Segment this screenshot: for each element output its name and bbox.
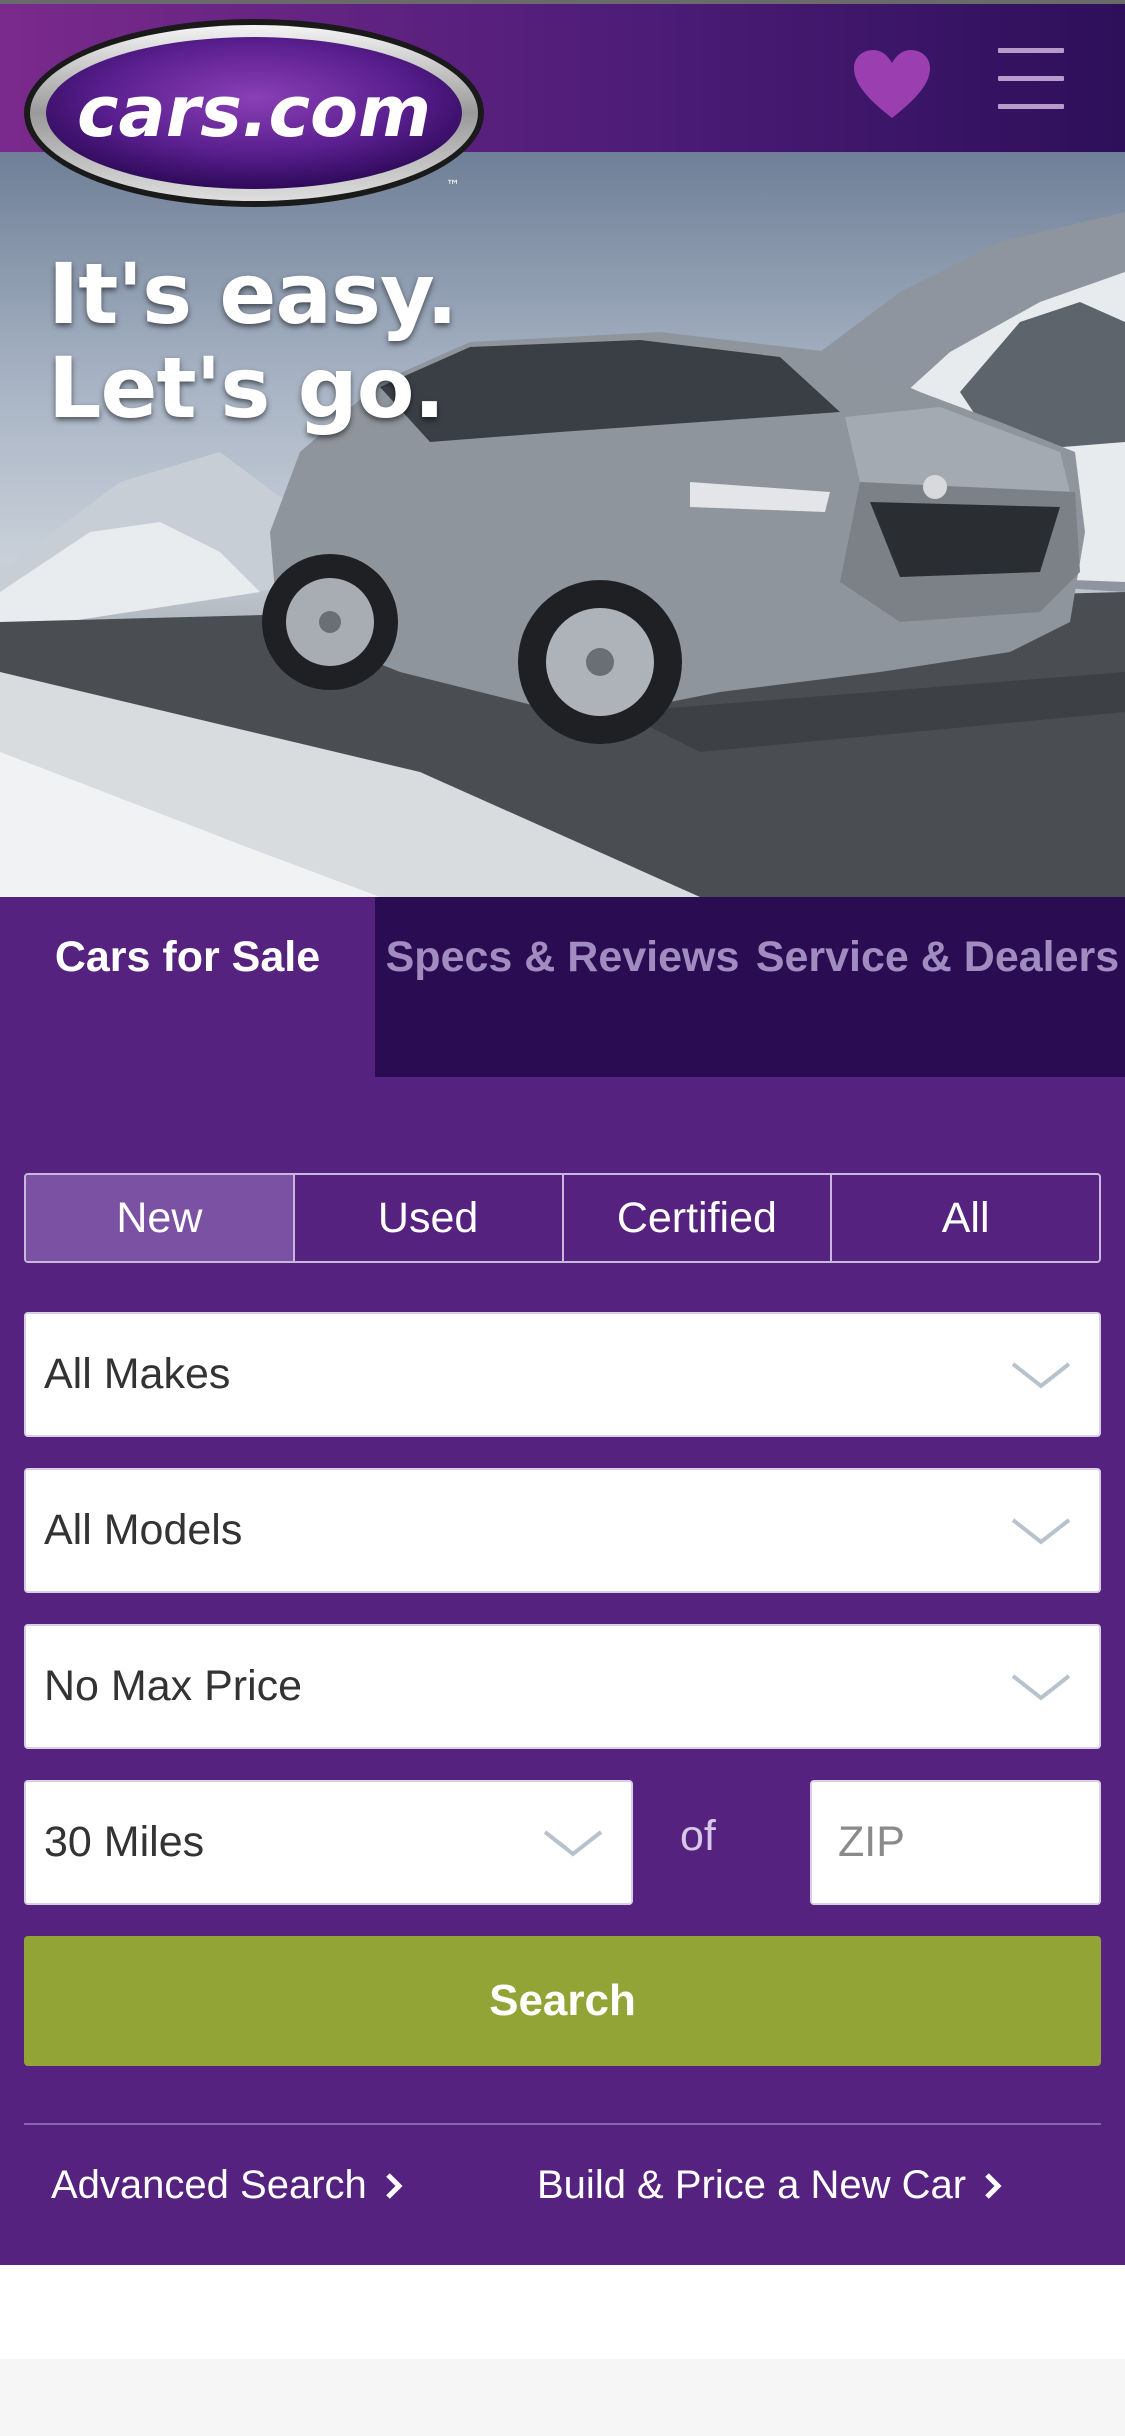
hero-banner: It's easy. Let's go. <box>0 152 1125 897</box>
chevron-down-icon <box>1011 1518 1071 1545</box>
hamburger-menu-icon[interactable] <box>998 48 1064 110</box>
tab-cars-for-sale[interactable]: Cars for Sale <box>0 897 375 1077</box>
build-price-label: Build & Price a New Car <box>537 2163 967 2207</box>
chevron-right-icon <box>385 2172 403 2199</box>
make-select[interactable]: All Makes <box>24 1312 1101 1437</box>
max-price-select-value: No Max Price <box>44 1662 303 1710</box>
chevron-right-icon <box>985 2172 1002 2199</box>
chevron-down-icon <box>543 1830 603 1857</box>
max-price-select[interactable]: No Max Price <box>24 1624 1101 1749</box>
condition-toggle: New Used Certified All <box>24 1173 1101 1263</box>
main-tabs: Cars for Sale Specs & Reviews Service & … <box>0 897 1125 1077</box>
hero-line-1: It's easy. <box>48 245 458 343</box>
chevron-down-icon <box>1011 1674 1071 1701</box>
of-label: of <box>680 1812 716 1860</box>
condition-used-button[interactable]: Used <box>295 1175 564 1261</box>
tab-service-dealers[interactable]: Service & Dealers <box>750 897 1125 1077</box>
chevron-down-icon <box>1011 1362 1071 1389</box>
distance-select[interactable]: 30 Miles <box>24 1780 633 1905</box>
cars-com-logo[interactable]: cars.com ™ <box>22 18 486 210</box>
condition-all-button[interactable]: All <box>832 1175 1099 1261</box>
tab-specs-reviews[interactable]: Specs & Reviews <box>375 897 750 1077</box>
divider <box>24 2123 1101 2125</box>
logo-text: cars.com <box>77 71 431 153</box>
search-button[interactable]: Search <box>24 1936 1101 2066</box>
condition-certified-button[interactable]: Certified <box>564 1175 833 1261</box>
page: cars.com ™ It's easy. Let's go. Cars for… <box>0 0 1125 2436</box>
content-spacer <box>0 2265 1125 2359</box>
make-select-value: All Makes <box>44 1350 231 1398</box>
build-price-link[interactable]: Build & Price a New Car <box>537 2163 1004 2208</box>
distance-select-value: 30 Miles <box>44 1818 205 1866</box>
hero-line-2: Let's go. <box>48 339 445 437</box>
heart-icon[interactable] <box>852 48 932 120</box>
model-select[interactable]: All Models <box>24 1468 1101 1593</box>
zip-input[interactable] <box>810 1780 1101 1905</box>
advanced-search-link[interactable]: Advanced Search <box>51 2163 405 2208</box>
condition-new-button[interactable]: New <box>26 1175 295 1261</box>
trademark-mark: ™ <box>446 178 460 194</box>
model-select-value: All Models <box>44 1506 243 1554</box>
hero-headline: It's easy. Let's go. <box>48 245 458 437</box>
advanced-search-label: Advanced Search <box>51 2163 367 2207</box>
